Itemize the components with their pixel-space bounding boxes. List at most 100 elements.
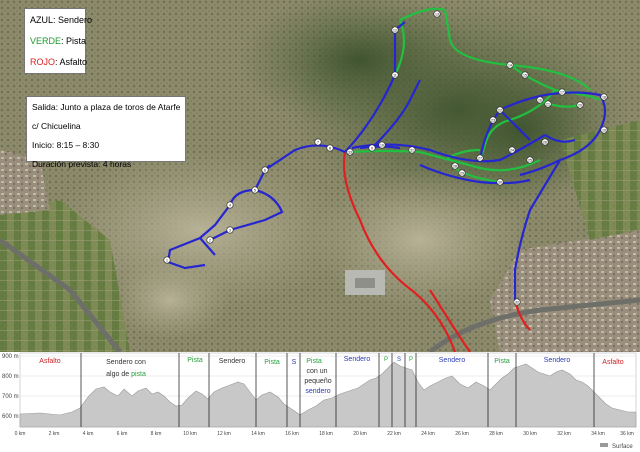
waypoint-marker[interactable]: 8 <box>326 144 334 152</box>
svg-text:14: 14 <box>508 63 512 67</box>
waypoint-marker[interactable]: 3 <box>226 226 234 234</box>
x-tick: 26 km <box>455 431 469 437</box>
waypoint-marker[interactable]: 13 <box>433 10 441 18</box>
waypoint-marker[interactable]: 5 <box>251 186 259 194</box>
x-tick: 20 km <box>353 431 367 437</box>
legend-red-label: : Asfalto <box>55 57 88 67</box>
segment-sendero-3: Sendero <box>344 356 371 363</box>
legend-red: ROJO: Asfalto <box>30 57 87 68</box>
waypoint-marker[interactable]: 19 <box>600 126 608 134</box>
start-time: Inicio: 8:15 – 8:30 <box>32 140 100 150</box>
svg-text:1: 1 <box>166 258 168 262</box>
segment-pista-2: Pista <box>264 359 280 366</box>
y-tick: 700 m <box>2 394 19 400</box>
x-tick: 4 km <box>83 431 94 437</box>
waypoint-marker[interactable]: 23 <box>489 116 497 124</box>
waypoint-marker[interactable]: 21 <box>544 100 552 108</box>
waypoint-marker[interactable]: 26 <box>541 138 549 146</box>
x-tick: 22 km <box>387 431 401 437</box>
waypoint-marker[interactable]: 6 <box>261 166 269 174</box>
segment-pista-1: Pista <box>187 357 203 364</box>
svg-text:28: 28 <box>453 164 457 168</box>
elevation-chart: 900 m 800 m 700 m 600 m Asfalto Sendero … <box>0 352 640 452</box>
waypoint-marker[interactable]: 32 <box>513 298 521 306</box>
svg-text:7: 7 <box>317 140 319 144</box>
svg-text:33: 33 <box>348 150 352 154</box>
segment-asfalto-start: Asfalto <box>39 358 61 365</box>
svg-text:20: 20 <box>578 103 582 107</box>
segment-s-1: S <box>292 359 297 366</box>
x-tick: 2 km <box>49 431 60 437</box>
waypoint-marker[interactable]: 11 <box>391 71 399 79</box>
waypoint-marker[interactable]: 33 <box>346 148 354 156</box>
svg-text:8: 8 <box>329 146 331 150</box>
waypoint-marker[interactable]: 29 <box>458 169 466 177</box>
elevation-profile: 900 m 800 m 700 m 600 m Asfalto Sendero … <box>0 352 640 452</box>
segment-pista-3c: pequeño <box>304 378 331 385</box>
svg-text:27: 27 <box>478 156 482 160</box>
waypoint-marker[interactable]: 17 <box>558 88 566 96</box>
svg-text:5: 5 <box>254 188 256 192</box>
x-tick: 0 km <box>15 431 26 437</box>
x-tick: 10 km <box>183 431 197 437</box>
segment-pista-3a: Pista <box>306 358 322 365</box>
route-info-box: Salida: Junto a plaza de toros de Atarfe… <box>26 96 186 169</box>
y-tick: 600 m <box>2 414 19 420</box>
waypoint-marker[interactable]: 10 <box>378 141 386 149</box>
waypoint-marker[interactable]: 31 <box>408 146 416 154</box>
svg-text:15: 15 <box>523 73 527 77</box>
waypoint-marker[interactable]: 7 <box>314 138 322 146</box>
segment-p-2: P <box>409 357 413 363</box>
waypoint-marker[interactable]: 25 <box>526 156 534 164</box>
x-tick: 36 km <box>620 431 634 437</box>
waypoint-marker[interactable]: 15 <box>521 71 529 79</box>
svg-text:19: 19 <box>602 128 606 132</box>
waypoint-marker[interactable]: 2 <box>206 236 214 244</box>
svg-text:4: 4 <box>229 203 231 207</box>
waypoint-marker[interactable]: 27 <box>476 154 484 162</box>
x-tick: 34 km <box>591 431 605 437</box>
svg-text:3: 3 <box>229 228 231 232</box>
waypoint-marker[interactable]: 20 <box>576 101 584 109</box>
waypoint-marker[interactable]: 24 <box>508 146 516 154</box>
x-tick: 32 km <box>557 431 571 437</box>
x-tick: 14 km <box>251 431 265 437</box>
svg-text:11: 11 <box>393 73 397 77</box>
segment-p-1: P <box>384 357 388 363</box>
legend-green-word: VERDE <box>30 36 62 46</box>
x-tick: 16 km <box>285 431 299 437</box>
svg-text:18: 18 <box>602 95 606 99</box>
svg-text:30: 30 <box>498 180 502 184</box>
svg-text:26: 26 <box>543 140 547 144</box>
x-tick: 8 km <box>151 431 162 437</box>
segment-s-2: S <box>397 357 401 363</box>
waypoint-marker[interactable]: 12 <box>391 26 399 34</box>
waypoint-marker[interactable]: 16 <box>536 96 544 104</box>
legend-blue-label: : Sendero <box>53 15 93 25</box>
svg-text:24: 24 <box>510 148 514 152</box>
svg-text:2: 2 <box>209 238 211 242</box>
waypoint-marker[interactable]: 30 <box>496 178 504 186</box>
legend-green-label: : Pista <box>61 36 87 46</box>
svg-text:9: 9 <box>371 146 373 150</box>
waypoint-marker[interactable]: 28 <box>451 162 459 170</box>
segment-sendero-5: Sendero <box>544 357 571 364</box>
surface-label: Surface <box>612 444 633 450</box>
start-street: c/ Chicuelina <box>32 121 81 131</box>
svg-text:6: 6 <box>264 168 266 172</box>
waypoint-marker[interactable]: 4 <box>226 201 234 209</box>
waypoint-marker[interactable]: 14 <box>506 61 514 69</box>
legend-blue: AZUL: Sendero <box>30 15 92 26</box>
satellite-map[interactable]: 1 2 3 4 5 6 7 8 9 10 11 12 13 14 15 16 1… <box>0 0 640 352</box>
waypoint-marker[interactable]: 22 <box>496 106 504 114</box>
svg-text:29: 29 <box>460 171 464 175</box>
segment-sendero-2: Sendero <box>219 358 246 365</box>
legend-red-word: ROJO <box>30 57 56 67</box>
svg-text:10: 10 <box>380 143 384 147</box>
waypoint-marker[interactable]: 1 <box>163 256 171 264</box>
waypoint-marker[interactable]: 18 <box>600 93 608 101</box>
segment-sendero-b: algo de pista <box>106 371 146 378</box>
x-tick: 30 km <box>523 431 537 437</box>
legend-blue-word: AZUL <box>30 15 54 25</box>
waypoint-marker[interactable]: 9 <box>368 144 376 152</box>
